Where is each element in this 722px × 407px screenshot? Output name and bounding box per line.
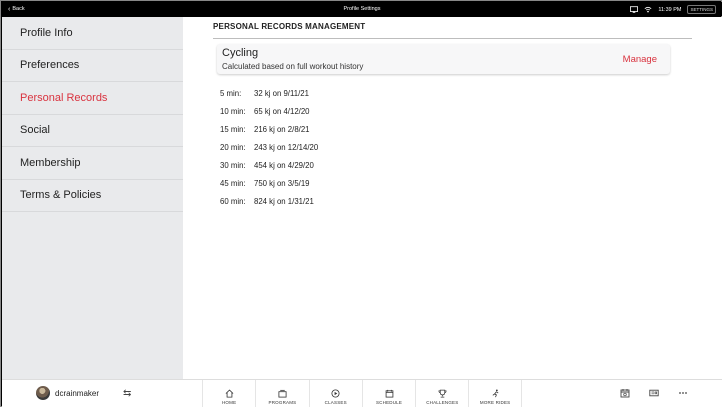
record-value: 750 kj on 3/5/19 [254, 179, 310, 189]
settings-button[interactable]: SETTINGS [687, 5, 716, 14]
sidebar-item-personal-records[interactable]: Personal Records [2, 82, 183, 115]
record-value: 65 kj on 4/12/20 [254, 106, 310, 116]
main-nav-tabs: HOME PROGRAMS CLASSES SCHEDULE CHALLENGE… [202, 380, 522, 407]
tab-label: MORE RIDES [479, 400, 511, 405]
tab-schedule[interactable]: SCHEDULE [361, 380, 415, 407]
play-icon [331, 389, 340, 398]
tab-label: HOME [221, 400, 237, 405]
user-profile-button[interactable]: dcrainmaker [36, 386, 99, 400]
home-icon [225, 389, 234, 398]
bottom-nav-bar: dcrainmaker ⇆ HOME PROGRAMS CLASSES SCHE… [2, 379, 722, 407]
sidebar-item-label: Preferences [20, 59, 80, 72]
app-window: ‹ Back Profile Settings 11:39 PM SETTING… [0, 0, 722, 407]
main-panel: PERSONAL RECORDS MANAGEMENT Cycling Calc… [183, 17, 722, 379]
record-value: 32 kj on 9/11/21 [254, 88, 309, 98]
cast-icon[interactable] [630, 6, 639, 13]
card-subtitle: Calculated based on full workout history [222, 62, 364, 71]
rider-icon [492, 389, 499, 398]
list-item: 10 min: 65 kj on 4/12/20 [220, 102, 318, 120]
record-duration: 30 min: [220, 160, 246, 170]
record-duration: 10 min: [220, 106, 246, 116]
manage-button[interactable]: Manage [623, 54, 657, 65]
record-duration: 45 min: [220, 179, 246, 189]
tab-label: SCHEDULE [375, 400, 403, 405]
record-value: 216 kj on 2/8/21 [254, 124, 310, 134]
record-value: 454 kj on 4/29/20 [254, 160, 314, 170]
record-duration: 60 min: [220, 197, 246, 207]
record-value: 243 kj on 12/14/20 [254, 142, 319, 152]
list-item: 60 min: 824 kj on 1/31/21 [220, 193, 318, 211]
avatar [36, 386, 50, 400]
cycling-records-card: Cycling Calculated based on full workout… [217, 44, 670, 74]
card-title: Cycling [222, 47, 259, 59]
list-item: 15 min: 216 kj on 2/8/21 [220, 120, 318, 138]
tab-programs[interactable]: PROGRAMS [255, 380, 308, 407]
list-item: 20 min: 243 kj on 12/14/20 [220, 138, 318, 156]
clock: 11:39 PM [658, 6, 682, 13]
record-duration: 5 min: [220, 88, 242, 98]
settings-sidebar: Profile Info Preferences Personal Record… [2, 17, 183, 379]
list-item: 45 min: 750 kj on 3/5/19 [220, 174, 318, 192]
id-card-icon[interactable] [649, 388, 659, 398]
window-title: Profile Settings [343, 6, 381, 12]
record-value: 824 kj on 1/31/21 [254, 197, 314, 207]
tab-label: CLASSES [324, 400, 347, 405]
tab-challenges[interactable]: CHALLENGES [415, 380, 468, 407]
sidebar-item-terms-policies[interactable]: Terms & Policies [2, 180, 183, 212]
sidebar-item-social[interactable]: Social [2, 115, 183, 147]
tab-label: CHALLENGES [426, 400, 459, 405]
sidebar-item-label: Personal Records [20, 91, 108, 104]
tab-classes[interactable]: CLASSES [308, 380, 362, 407]
sidebar-item-label: Membership [20, 156, 81, 169]
username: dcrainmaker [55, 388, 100, 398]
list-item: 5 min: 32 kj on 9/11/21 [220, 84, 318, 102]
list-item: 30 min: 454 kj on 4/29/20 [220, 156, 318, 174]
programs-icon [278, 389, 287, 398]
sidebar-item-profile-info[interactable]: Profile Info [2, 17, 183, 50]
section-title: PERSONAL RECORDS MANAGEMENT [213, 21, 692, 39]
trophy-icon [438, 389, 447, 398]
utility-icons [620, 388, 688, 398]
sidebar-item-label: Profile Info [20, 26, 73, 39]
status-area: 11:39 PM SETTINGS [630, 5, 716, 14]
top-bar: ‹ Back Profile Settings 11:39 PM SETTING… [2, 2, 722, 16]
records-list: 5 min: 32 kj on 9/11/21 10 min: 65 kj on 4… [220, 84, 318, 211]
calendar-clock-icon[interactable] [620, 388, 630, 398]
sidebar-item-label: Terms & Policies [20, 189, 102, 202]
tab-label: PROGRAMS [268, 400, 297, 405]
switch-user-icon[interactable]: ⇆ [123, 388, 131, 399]
calendar-icon [385, 389, 393, 398]
record-duration: 15 min: [220, 124, 246, 134]
sidebar-item-membership[interactable]: Membership [2, 147, 183, 180]
record-duration: 20 min: [220, 142, 246, 152]
tab-more-rides[interactable]: MORE RIDES [468, 380, 522, 407]
sidebar-item-preferences[interactable]: Preferences [2, 50, 183, 82]
more-options-icon[interactable] [678, 388, 688, 398]
tab-home[interactable]: HOME [202, 380, 255, 407]
sidebar-item-label: Social [20, 124, 50, 137]
wifi-icon [644, 6, 652, 13]
